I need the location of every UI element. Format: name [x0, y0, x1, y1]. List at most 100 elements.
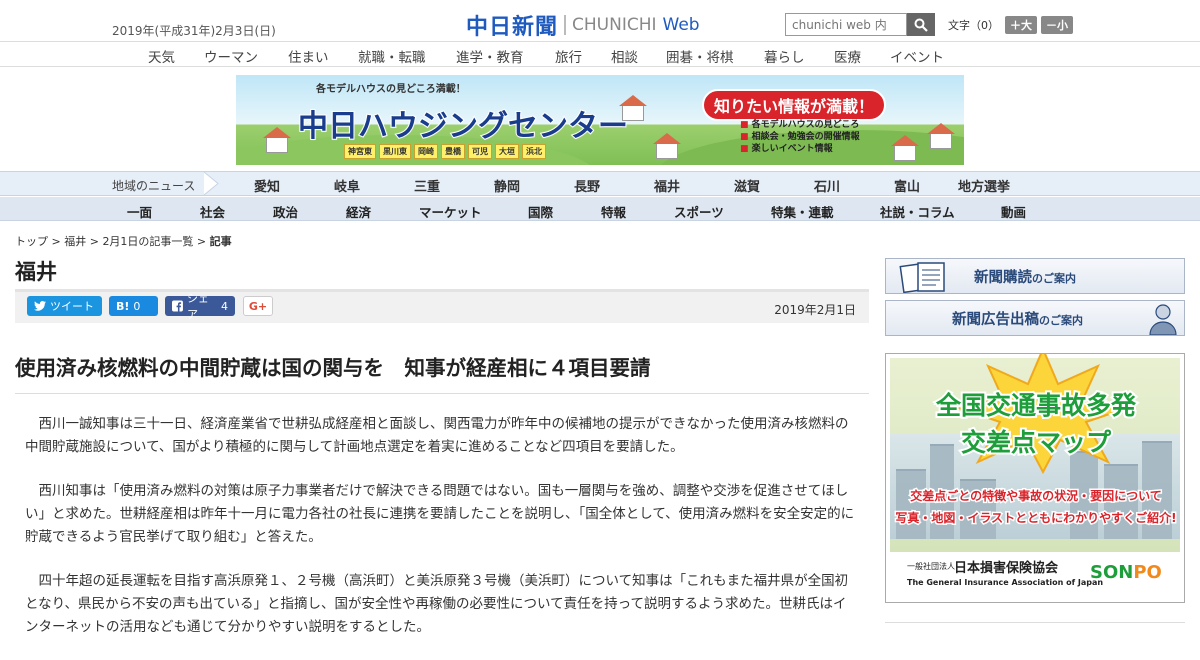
tweet-label: ツイート [50, 300, 94, 313]
google-plus-button[interactable]: G+ [243, 296, 273, 316]
banner-town: 岡崎 [414, 144, 438, 159]
breadcrumb-top[interactable]: トップ [15, 235, 48, 248]
breadcrumb-list[interactable]: 2月1日の記事一覧 [102, 235, 193, 248]
sidebar-divider [885, 622, 1185, 623]
subscribe-main: 新聞購読 [974, 269, 1032, 286]
section-international[interactable]: 国際 [528, 202, 553, 221]
section-front[interactable]: 一面 [127, 202, 152, 221]
ad-footer: 一般社団法人 日本損害保険協会 The General Insurance As… [890, 552, 1180, 598]
section-sports[interactable]: スポーツ [674, 202, 724, 221]
category-consult[interactable]: 相談 [611, 46, 638, 66]
region-ishikawa[interactable]: 石川 [814, 176, 840, 195]
font-larger-button[interactable]: ＋大 [1005, 16, 1037, 34]
advertising-sub: のご案内 [1039, 313, 1083, 327]
category-weather[interactable]: 天気 [148, 46, 175, 66]
section-video[interactable]: 動画 [1001, 202, 1026, 221]
share-bar: ツイート B! 0 シェア 4 G+ 2019年2月1日 [15, 289, 869, 323]
search-button[interactable] [907, 13, 935, 36]
tweet-button[interactable]: ツイート [27, 296, 102, 316]
page-title: 福井 [15, 260, 57, 284]
facebook-share-label: シェア [186, 292, 209, 321]
category-travel[interactable]: 旅行 [555, 46, 582, 66]
region-mie[interactable]: 三重 [414, 176, 440, 195]
article-headline: 使用済み核燃料の中間貯蔵は国の関与を 知事が経産相に４項目要請 [15, 351, 869, 394]
banner-title: 中日ハウジングセンター [297, 108, 629, 145]
region-local-election[interactable]: 地方選挙 [958, 176, 1010, 195]
search-input[interactable] [785, 13, 907, 36]
sonpo-logo-po: PO [1133, 562, 1162, 583]
house-illustration [891, 135, 919, 161]
breadcrumb-region[interactable]: 福井 [64, 235, 86, 248]
section-market[interactable]: マーケット [419, 202, 482, 221]
header-date: 2019年(平成31年)2月3日(日) [112, 24, 276, 38]
subscribe-banner[interactable]: 新聞購読のご案内 [885, 258, 1185, 294]
banner-tagline: 各モデルハウスの見どころ満載！ [316, 84, 466, 95]
region-nagano[interactable]: 長野 [574, 176, 600, 195]
ad-org-prefix: 一般社団法人 [907, 562, 955, 571]
section-features[interactable]: 特集・連載 [771, 202, 834, 221]
banner-town: 浜北 [522, 144, 546, 159]
banner-town-list: 神宮東 黒川東 岡崎 豊橋 可児 大垣 浜北 [344, 144, 546, 159]
category-go-shogi[interactable]: 囲碁・将棋 [666, 46, 734, 66]
subscribe-sub: のご案内 [1032, 271, 1076, 285]
region-shizuoka[interactable]: 静岡 [494, 176, 520, 195]
facebook-share-count: 4 [221, 299, 228, 313]
section-society[interactable]: 社会 [200, 202, 225, 221]
site-header: 2019年(平成31年)2月3日(日) 中日新聞 CHUNICHI Web 文字… [0, 0, 1200, 42]
ad-subtitle: 交差点マップ [959, 426, 1113, 459]
facebook-icon [172, 300, 183, 312]
site-logo[interactable]: 中日新聞 CHUNICHI Web [466, 9, 700, 41]
search-icon [914, 18, 928, 32]
breadcrumb-separator: > [48, 235, 65, 248]
category-jobs[interactable]: 就職・転職 [358, 46, 426, 66]
category-nav: 天気 ウーマン 住まい 就職・転職 進学・教育 旅行 相談 囲碁・将棋 暮らし … [0, 43, 1200, 67]
building [896, 469, 926, 539]
category-medical[interactable]: 医療 [834, 46, 861, 66]
logo-jp: 中日新聞 [466, 15, 559, 40]
region-aichi[interactable]: 愛知 [254, 176, 280, 195]
section-economy[interactable]: 経済 [346, 202, 371, 221]
section-editorial[interactable]: 社説・コラム [880, 202, 955, 221]
google-plus-icon: G+ [248, 299, 268, 313]
category-events[interactable]: イベント [890, 46, 944, 66]
advertising-main: 新聞広告出稿 [952, 311, 1039, 328]
traffic-map-ad[interactable]: 全国交通事故多発 交差点マップ 交差点ごとの特徴や事故の状況・要因について 写真… [885, 353, 1185, 603]
category-housing[interactable]: 住まい [288, 46, 329, 66]
hatena-bookmark-button[interactable]: B! 0 [109, 296, 158, 316]
banner-feature: 各モデルハウスの見どころ [740, 119, 860, 131]
region-gifu[interactable]: 岐阜 [334, 176, 360, 195]
region-fukui[interactable]: 福井 [654, 176, 680, 195]
site-search [785, 13, 935, 36]
newspaper-icon [899, 262, 945, 293]
font-size-label: 文字（0） [948, 19, 999, 32]
banner-feature: 楽しいイベント情報 [740, 143, 860, 155]
house-illustration [927, 123, 955, 149]
section-special-report[interactable]: 特報 [601, 202, 626, 221]
category-education[interactable]: 進学・教育 [456, 46, 524, 66]
category-living[interactable]: 暮らし [764, 46, 805, 66]
article-paragraph: 四十年超の延長運転を目指す高浜原発１、２号機（高浜町）と美浜原発３号機（美浜町）… [25, 573, 849, 635]
advertising-label: 新聞広告出稿のご案内 [952, 308, 1083, 329]
housing-center-banner[interactable]: 各モデルハウスの見どころ満載！ 中日ハウジングセンター 知りたい情報が満載！ 各… [236, 75, 964, 165]
facebook-share-button[interactable]: シェア 4 [165, 292, 235, 321]
sidebar: 新聞購読のご案内 新聞広告出稿のご案内 [885, 258, 1185, 342]
breadcrumb-separator: > [86, 235, 103, 248]
breadcrumb-separator: > [193, 235, 210, 248]
banner-town: 大垣 [495, 144, 519, 159]
font-smaller-button[interactable]: －小 [1041, 16, 1073, 34]
subscribe-label: 新聞購読のご案内 [974, 266, 1076, 287]
ad-org-english: The General Insurance Association of Jap… [907, 578, 1104, 587]
hatena-icon: B! [116, 299, 130, 313]
region-shiga[interactable]: 滋賀 [734, 176, 760, 195]
banner-feature: 相談会・勉強会の開催情報 [740, 131, 860, 143]
logo-web: Web [662, 15, 700, 35]
region-toyama[interactable]: 富山 [894, 176, 920, 195]
banner-badge: 知りたい情報が満載！ [702, 89, 887, 121]
region-nav-label: 地域のニュース [112, 179, 196, 193]
ad-description: 写真・地図・イラストとともにわかりやすくご紹介! [894, 510, 1178, 527]
advertising-banner[interactable]: 新聞広告出稿のご案内 [885, 300, 1185, 336]
section-politics[interactable]: 政治 [273, 202, 298, 221]
category-woman[interactable]: ウーマン [204, 46, 258, 66]
article-body: 西川一誠知事は三十一日、経済産業省で世耕弘成経産相と面談し、関西電力が昨年中の候… [25, 413, 855, 660]
banner-town: 黒川東 [379, 144, 411, 159]
